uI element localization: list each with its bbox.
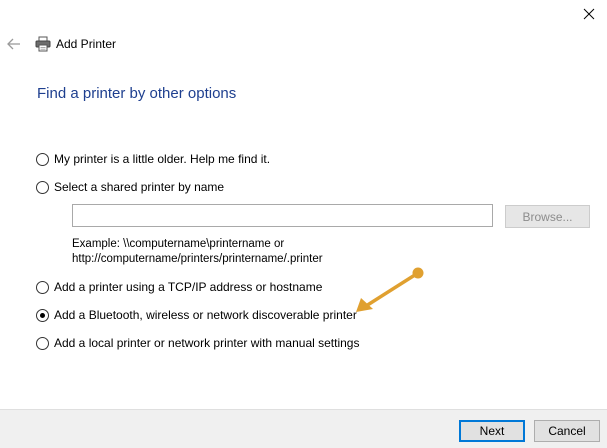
page-heading: Find a printer by other options xyxy=(37,85,237,102)
example-line-2: http://computername/printers/printername… xyxy=(72,253,323,265)
option-label: Add a Bluetooth, wireless or network dis… xyxy=(54,308,357,322)
shared-printer-name-input[interactable] xyxy=(72,204,493,227)
window-title: Add Printer xyxy=(56,37,117,51)
option-label: Select a shared printer by name xyxy=(54,180,225,194)
annotation-arrow-icon xyxy=(356,267,424,312)
option-label: Add a local printer or network printer w… xyxy=(54,336,360,350)
radio-button[interactable] xyxy=(36,336,49,350)
radio-button[interactable] xyxy=(36,152,49,166)
option-label: Add a printer using a TCP/IP address or … xyxy=(54,280,323,294)
option-shared-printer[interactable]: Select a shared printer by name xyxy=(36,180,224,194)
close-button[interactable] xyxy=(578,4,600,24)
close-icon xyxy=(583,8,595,20)
example-line-1: Example: \\computername\printername or xyxy=(72,238,285,250)
browse-button[interactable]: Browse... xyxy=(505,205,590,228)
example-hint: Example: \\computername\printername or h… xyxy=(72,237,323,267)
option-bluetooth-wireless-printer[interactable]: Add a Bluetooth, wireless or network dis… xyxy=(36,308,357,322)
radio-button-checked[interactable] xyxy=(36,308,49,322)
option-label: My printer is a little older. Help me fi… xyxy=(54,152,271,166)
next-button[interactable]: Next xyxy=(459,420,525,442)
option-tcpip-printer[interactable]: Add a printer using a TCP/IP address or … xyxy=(36,280,322,294)
option-older-printer[interactable]: My printer is a little older. Help me fi… xyxy=(36,152,270,166)
printer-icon xyxy=(35,36,51,52)
option-local-manual-printer[interactable]: Add a local printer or network printer w… xyxy=(36,336,359,350)
radio-button[interactable] xyxy=(36,280,49,294)
back-button[interactable] xyxy=(4,34,24,54)
cancel-button[interactable]: Cancel xyxy=(534,420,600,442)
back-arrow-icon xyxy=(7,38,20,50)
radio-button[interactable] xyxy=(36,180,49,194)
